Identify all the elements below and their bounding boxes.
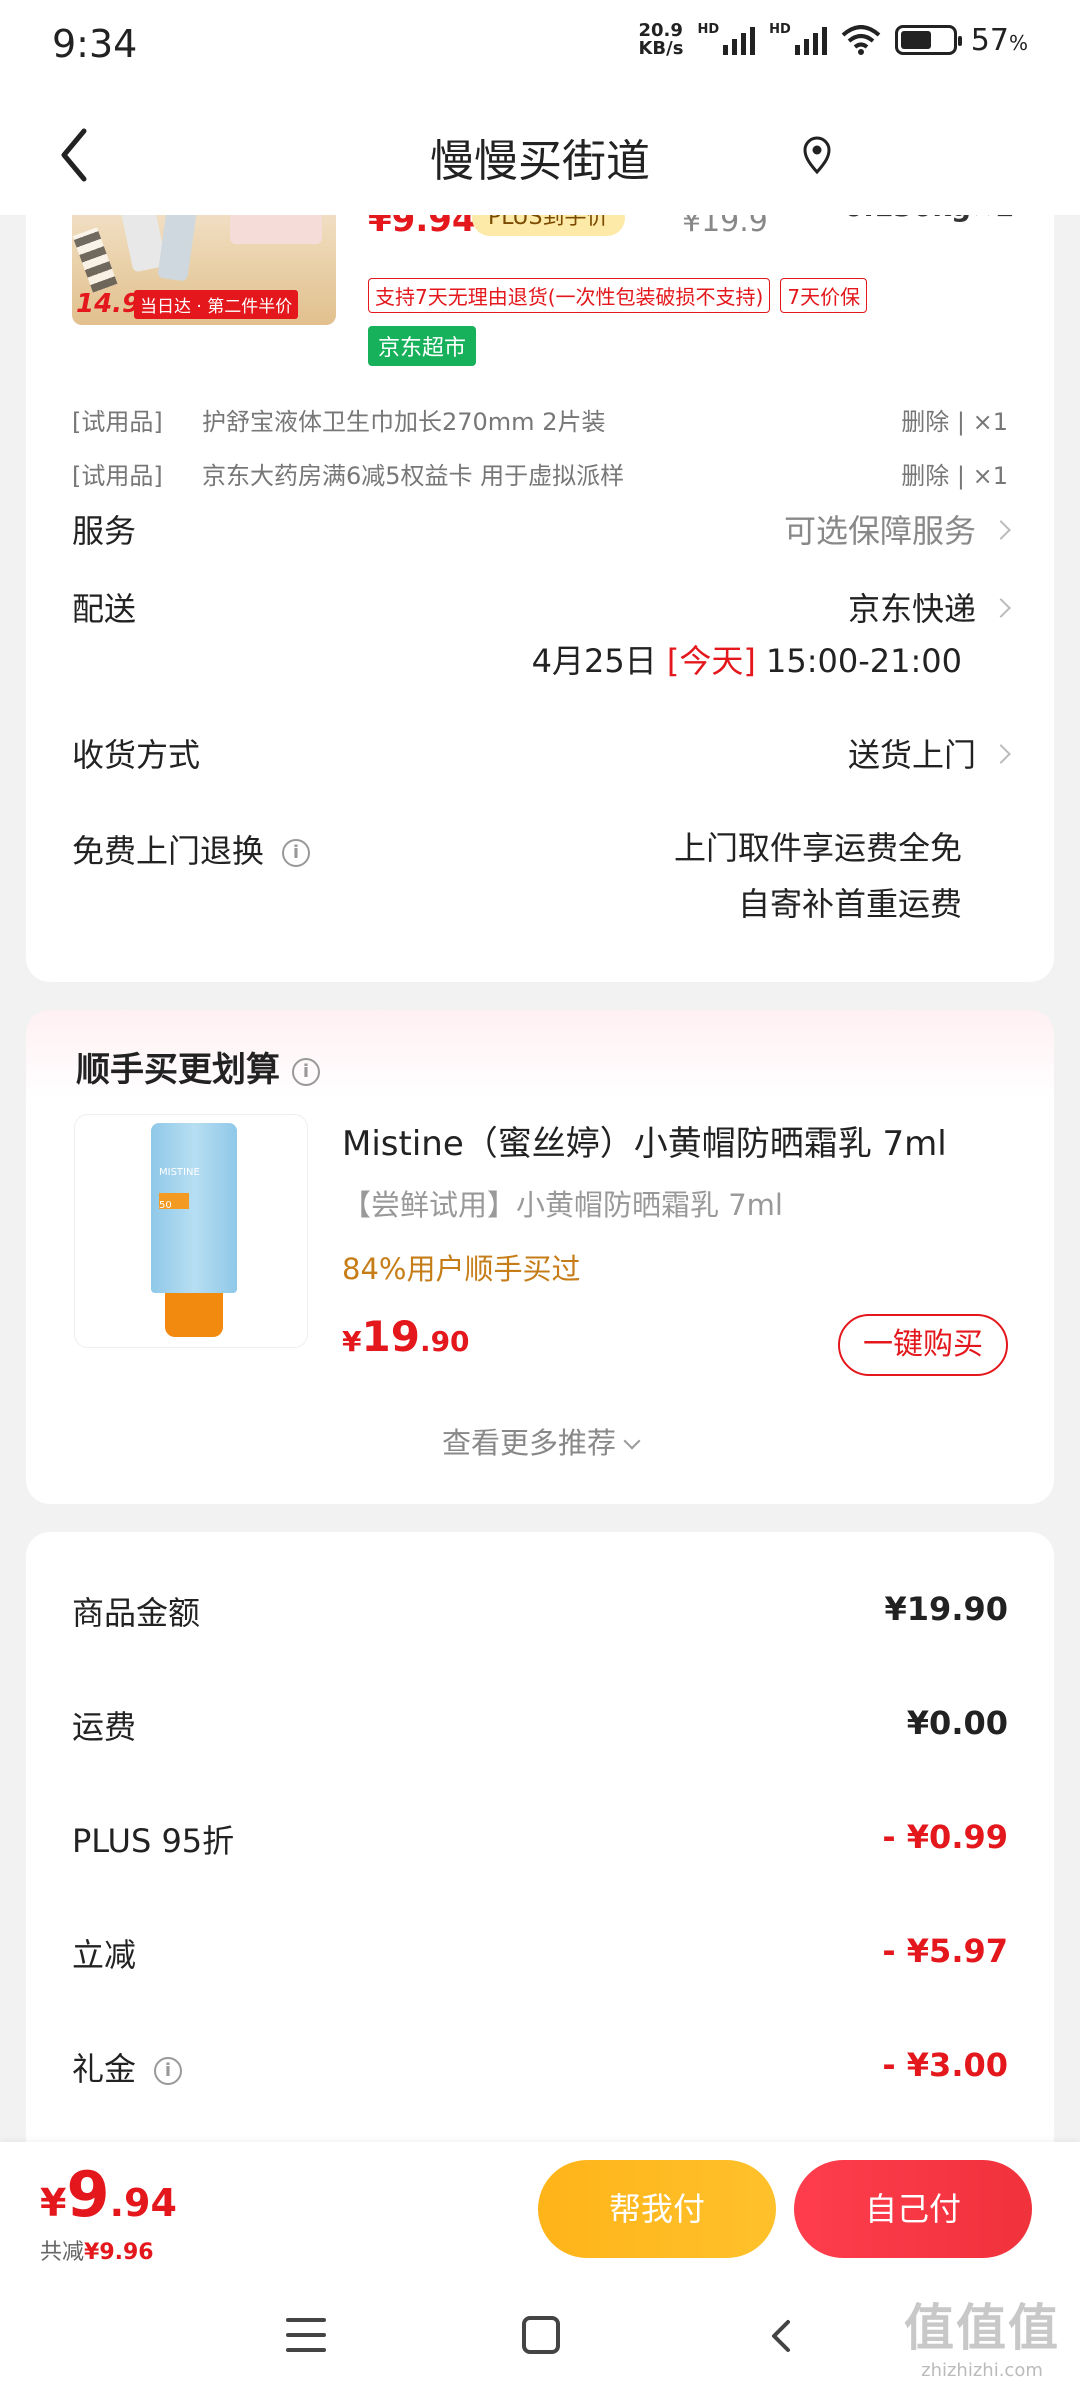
recommend-product-name[interactable]: Mistine（蜜丝婷）小黄帽防晒霜乳 7ml <box>342 1116 947 1165</box>
info-icon[interactable]: i <box>282 839 311 867</box>
back-nav-icon[interactable] <box>764 2318 800 2354</box>
delete-trial-button[interactable]: 删除 | ×1 <box>901 402 1008 437</box>
one-click-buy-button[interactable]: 一键购买 <box>838 1314 1008 1376</box>
delivery-row[interactable]: 配送 京东快递 <box>72 584 1011 630</box>
fee-row: 商品金额 ¥19.90 <box>72 1590 1008 1632</box>
pay-myself-button[interactable]: 自己付 <box>794 2160 1032 2258</box>
recommend-card: 顺手买更划算 i MISTINE 50 Mistine（蜜丝婷）小黄帽防晒霜乳 7… <box>26 1010 1054 1504</box>
help-me-pay-button[interactable]: 帮我付 <box>538 2160 776 2258</box>
return-line2: 自寄补首重运费 <box>737 885 962 923</box>
service-value: 可选保障服务 <box>783 512 976 550</box>
more-recommend-link[interactable]: 查看更多推荐 <box>26 1420 1054 1462</box>
trial-item: [试用品] 京东大药房满6减5权益卡 用于虚拟派样 删除 | ×1 <box>72 456 1008 491</box>
hd-label-2: HD <box>769 22 791 37</box>
store-tag: 京东超市 <box>368 326 477 366</box>
system-nav-bar: 值值值 zhizhizhi.com <box>0 2278 1080 2400</box>
chevron-down-icon <box>623 1432 641 1450</box>
fee-row: 立减 - ¥5.97 <box>72 1932 1008 1974</box>
recommend-title: 顺手买更划算 i <box>76 1042 320 1091</box>
chevron-right-icon <box>991 520 1011 540</box>
service-tags: 支持7天无理由退货(一次性包装破损不支持) 7天价保 <box>368 278 868 313</box>
info-icon[interactable]: i <box>154 2057 183 2085</box>
fee-row: 运费 ¥0.00 <box>72 1704 1008 1746</box>
status-time: 9:34 <box>52 22 138 66</box>
signal-2-icon <box>794 25 827 55</box>
total-saved: 共减¥9.96 <box>40 2240 154 2265</box>
checkout-bar: ¥9.94 共减¥9.96 帮我付 自己付 <box>0 2142 1080 2278</box>
total-price: ¥9.94 <box>40 2158 177 2231</box>
return-policy-tag: 支持7天无理由退货(一次性包装破损不支持) <box>368 278 771 313</box>
watermark: 值值值 zhizhizhi.com <box>904 2299 1060 2381</box>
home-icon[interactable] <box>522 2316 560 2354</box>
order-item-card: 14.9 当日达 · 第二件半价 ¥9.94 PLUS到手价 ¥19.9 0.1… <box>26 190 1054 982</box>
menu-icon[interactable] <box>286 2318 326 2358</box>
status-bar: 9:34 20.9 KB/s HD HD 57% <box>0 0 1080 95</box>
header: 慢慢买街道 <box>0 95 1080 215</box>
battery-percent: 57% <box>970 22 1028 58</box>
recommend-product-sub: 【尝鲜试用】小黄帽防晒霜乳 7ml <box>342 1188 783 1222</box>
chevron-right-icon <box>991 744 1011 764</box>
hd-label: HD <box>697 22 720 37</box>
wifi-icon <box>841 25 881 55</box>
recommend-product-image[interactable]: MISTINE 50 <box>74 1114 308 1348</box>
recommend-note: 84%用户顺手买过 <box>342 1252 581 1286</box>
signal-1-icon <box>723 25 756 55</box>
recommend-price: ¥19.90 <box>342 1312 470 1361</box>
fee-row: 礼金 i - ¥3.00 <box>72 2046 1008 2088</box>
chevron-right-icon <box>991 598 1011 618</box>
battery-icon <box>894 25 962 55</box>
trial-item: [试用品] 护舒宝液体卫生巾加长270mm 2片装 删除 | ×1 <box>72 402 1008 437</box>
page-title: 慢慢买街道 <box>430 136 650 187</box>
price-summary-card: 商品金额 ¥19.90 运费 ¥0.00 PLUS 95折 - ¥0.99 立减 - ¥… <box>26 1532 1054 2172</box>
delivery-value: 京东快递 <box>847 590 976 628</box>
delete-trial-button[interactable]: 删除 | ×1 <box>901 456 1008 491</box>
free-return-row: 免费上门退换 i 上门取件享运费全免 自寄补首重运费 <box>72 826 1008 923</box>
network-speed: 20.9 KB/s <box>638 20 684 59</box>
return-line1: 上门取件享运费全免 <box>673 829 962 867</box>
service-row[interactable]: 服务 可选保障服务 <box>72 506 1011 552</box>
receive-method-row[interactable]: 收货方式 送货上门 <box>72 730 1011 776</box>
price-protect-tag: 7天价保 <box>780 278 868 313</box>
info-icon[interactable]: i <box>292 1057 320 1086</box>
receive-value: 送货上门 <box>847 736 976 774</box>
fee-row: PLUS 95折 - ¥0.99 <box>72 1818 1008 1860</box>
location-pin-icon[interactable] <box>800 135 834 175</box>
image-badge-price: 14.9 <box>76 289 141 319</box>
image-badge-text: 当日达 · 第二件半价 <box>134 290 299 319</box>
status-icons: 20.9 KB/s HD HD 57% <box>638 22 1028 58</box>
